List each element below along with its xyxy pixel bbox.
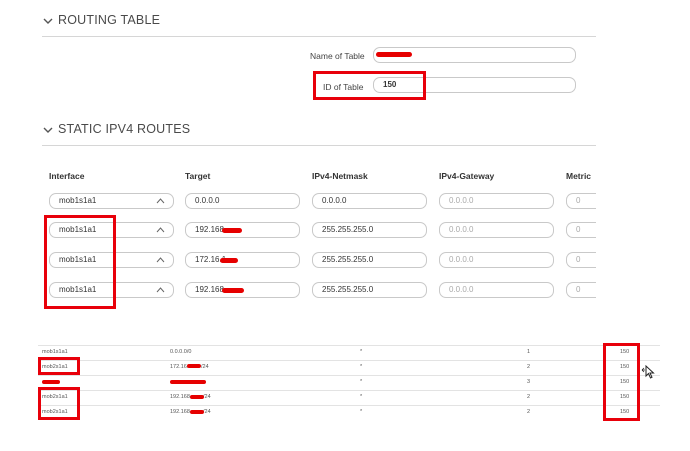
col-header-target: Target xyxy=(185,171,211,181)
table-row: mob2s1a1 192.168 /24 * 2 150 xyxy=(38,405,660,420)
gateway-input[interactable]: 0.0.0.0 xyxy=(439,252,554,268)
chevron-down-icon[interactable] xyxy=(42,124,54,136)
netmask-input[interactable]: 255.255.255.0 xyxy=(312,222,427,238)
redaction-mark xyxy=(190,410,204,414)
route-metric: 2 xyxy=(527,394,531,400)
netmask-input[interactable]: 255.255.255.0 xyxy=(312,252,427,268)
static-routes-title: STATIC IPV4 ROUTES xyxy=(58,122,191,136)
redaction-mark xyxy=(222,228,242,233)
redaction-mark xyxy=(190,395,204,399)
redaction-mark xyxy=(187,364,201,368)
target-input[interactable]: 172.16.1 xyxy=(185,252,300,268)
col-header-interface: Interface xyxy=(49,171,85,181)
gateway-input[interactable]: 0.0.0.0 xyxy=(439,282,554,298)
table-row: mob1s1a1 0.0.0.0/0 * 1 150 xyxy=(38,345,660,360)
route-metric: 2 xyxy=(527,409,531,415)
highlight-box-table-ids xyxy=(603,343,640,421)
highlight-box-id xyxy=(313,71,426,100)
route-metric: 1 xyxy=(527,349,531,355)
chevron-down-icon[interactable] xyxy=(42,15,54,27)
redaction-mark xyxy=(376,52,412,57)
metric-input[interactable]: 0 xyxy=(566,222,596,238)
route-dest-suffix: /24 xyxy=(203,394,211,400)
gateway-input[interactable]: 0.0.0.0 xyxy=(439,193,554,209)
target-input[interactable]: 0.0.0.0 xyxy=(185,193,300,209)
table-row: mob2s1a1 172.16. /24 * 2 150 xyxy=(38,360,660,375)
chevron-up-icon xyxy=(156,198,165,204)
route-dest-suffix: /24 xyxy=(201,364,209,370)
route-dest: 0.0.0.0/0 xyxy=(170,349,192,355)
chevron-up-icon xyxy=(156,227,165,233)
route-gw: * xyxy=(360,349,363,355)
redaction-mark xyxy=(42,380,60,384)
route-gw: * xyxy=(360,364,363,370)
redaction-mark xyxy=(222,288,244,293)
gateway-input[interactable]: 0.0.0.0 xyxy=(439,222,554,238)
chevron-up-icon xyxy=(156,287,165,293)
redaction-mark xyxy=(220,258,238,263)
netmask-input[interactable]: 0.0.0.0 xyxy=(312,193,427,209)
route-gw: * xyxy=(360,379,363,385)
table-row: mob2s1a1 192.168. /24 * 2 150 xyxy=(38,390,660,405)
route-metric: 2 xyxy=(527,364,531,370)
route-iface: mob1s1a1 xyxy=(42,349,68,355)
col-header-metric: Metric xyxy=(566,171,592,181)
highlight-box-iface xyxy=(38,357,80,375)
route-dest: 172.16. xyxy=(170,364,189,370)
route-dest: 192.168 xyxy=(170,409,190,415)
route-dest-suffix: /24 xyxy=(203,409,211,415)
route-gw: * xyxy=(360,409,363,415)
metric-input[interactable]: 0 xyxy=(566,282,596,298)
routing-table-title: ROUTING TABLE xyxy=(58,13,161,27)
redaction-mark xyxy=(170,380,206,384)
routing-table-section-header[interactable]: ROUTING TABLE xyxy=(42,12,596,37)
move-cursor-icon xyxy=(641,365,655,379)
route-dest: 192.168. xyxy=(170,394,192,400)
interface-select-value: mob1s1a1 xyxy=(59,196,97,205)
name-of-table-label: Name of Table xyxy=(310,51,365,61)
highlight-box-interfaces xyxy=(44,215,116,309)
netmask-input[interactable]: 255.255.255.0 xyxy=(312,282,427,298)
col-header-netmask: IPv4-Netmask xyxy=(312,171,368,181)
interface-select[interactable]: mob1s1a1 xyxy=(49,193,174,209)
col-header-gateway: IPv4-Gateway xyxy=(439,171,495,181)
static-routes-section-header[interactable]: STATIC IPV4 ROUTES xyxy=(42,121,596,146)
route-gw: * xyxy=(360,394,363,400)
target-input[interactable]: 192.168. xyxy=(185,222,300,238)
highlight-box-iface xyxy=(38,387,80,420)
table-row: * 3 150 xyxy=(38,375,660,390)
metric-input[interactable]: 0 xyxy=(566,252,596,268)
metric-input[interactable]: 0 xyxy=(566,193,596,209)
chevron-up-icon xyxy=(156,257,165,263)
route-metric: 3 xyxy=(527,379,531,385)
